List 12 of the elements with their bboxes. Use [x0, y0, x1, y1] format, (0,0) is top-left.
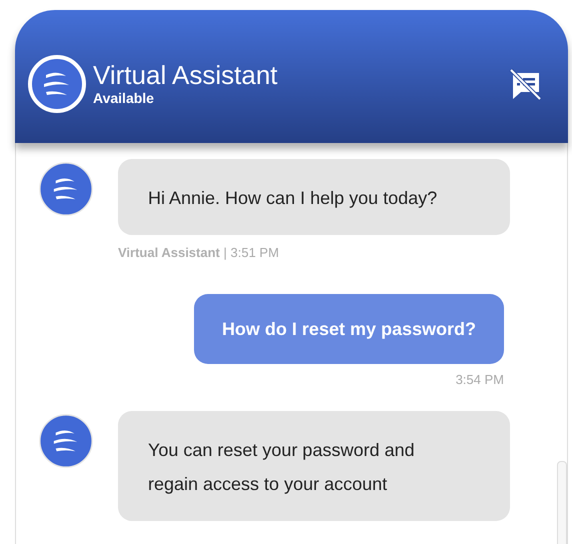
message-time: 3:54 PM: [456, 372, 504, 387]
assistant-logo-icon: [27, 54, 87, 114]
assistant-message: You can reset your password and regain access to your account: [118, 411, 510, 521]
message-meta: Virtual Assistant | 3:51 PM: [118, 245, 280, 260]
assistant-logo-icon: [38, 161, 94, 217]
assistant-logo-icon: [38, 413, 94, 469]
window-title: Virtual Assistant: [93, 60, 279, 90]
status-label: Available: [93, 90, 155, 106]
scrollbar[interactable]: [557, 461, 567, 544]
chat-off-icon[interactable]: [507, 66, 543, 102]
user-message: How do I reset my password?: [194, 294, 504, 364]
assistant-message: Hi Annie. How can I help you today?: [118, 159, 510, 235]
